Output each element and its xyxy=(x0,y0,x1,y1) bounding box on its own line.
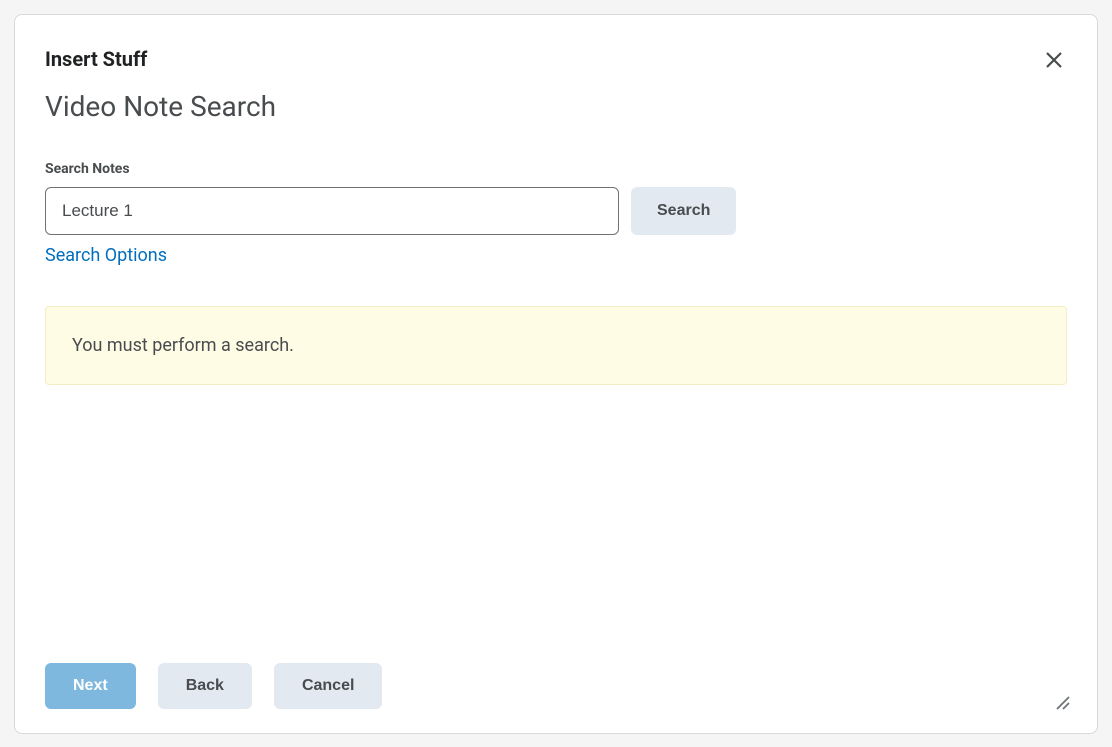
page-title: Video Note Search xyxy=(45,90,1067,123)
resize-handle[interactable] xyxy=(1053,693,1071,715)
close-icon xyxy=(1045,51,1063,72)
alert-message: You must perform a search. xyxy=(45,306,1067,385)
search-row: Search xyxy=(45,187,1067,235)
close-button[interactable] xyxy=(1041,47,1067,76)
search-input[interactable] xyxy=(45,187,619,235)
next-button[interactable]: Next xyxy=(45,663,136,709)
search-options-link[interactable]: Search Options xyxy=(45,245,167,266)
resize-icon xyxy=(1053,696,1071,715)
back-button[interactable]: Back xyxy=(158,663,252,709)
dialog-header: Insert Stuff xyxy=(45,47,1067,76)
cancel-button[interactable]: Cancel xyxy=(274,663,382,709)
search-button[interactable]: Search xyxy=(631,187,736,235)
search-notes-label: Search Notes xyxy=(45,161,1067,177)
insert-stuff-dialog: Insert Stuff Video Note Search Search No… xyxy=(14,14,1098,734)
search-section: Search Notes Search Search Options xyxy=(45,161,1067,266)
dialog-footer: Next Back Cancel xyxy=(45,663,1067,709)
dialog-title: Insert Stuff xyxy=(45,47,147,71)
